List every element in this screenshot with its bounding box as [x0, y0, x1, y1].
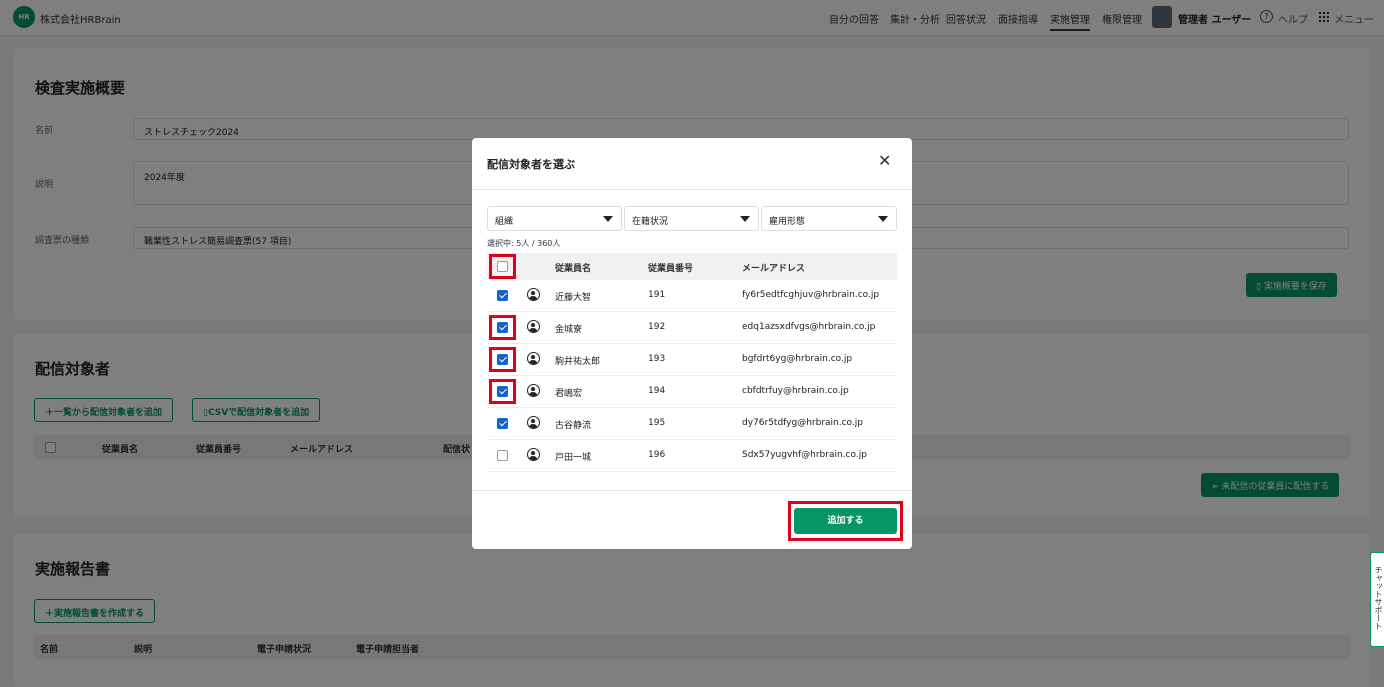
chevron-down-icon [603, 216, 613, 222]
col-email: メールアドレス [742, 264, 806, 274]
filter-organization-select[interactable]: 組織 [487, 206, 622, 231]
row-divider [487, 471, 897, 472]
person-icon [527, 384, 540, 397]
highlight-row-2 [489, 315, 516, 340]
employee-name: 近藤大智 [555, 293, 592, 303]
employee-email: dy76r5tdfyg@hrbrain.co.jp [742, 418, 863, 428]
employee-number: 192 [648, 322, 666, 332]
employee-name: 駒井祐太郎 [555, 357, 601, 367]
highlight-row-4 [489, 379, 516, 404]
employee-name: 古谷静流 [555, 421, 592, 431]
person-icon [527, 320, 540, 333]
employee-email: bgfdrt6yg@hrbrain.co.jp [742, 354, 853, 364]
row-divider [487, 439, 897, 440]
filter-employment-status-label: 在籍状況 [632, 217, 669, 227]
person-icon [527, 352, 540, 365]
row-divider [487, 407, 897, 408]
filter-employment-type-label: 雇用形態 [769, 217, 806, 227]
employee-checkbox[interactable] [497, 418, 508, 429]
filter-employment-type-select[interactable]: 雇用形態 [761, 206, 897, 231]
employee-number: 196 [648, 450, 666, 460]
close-icon[interactable]: ✕ [878, 153, 891, 169]
employee-number: 193 [648, 354, 666, 364]
row-divider [487, 375, 897, 376]
employee-email: cbfdtrfuy@hrbrain.co.jp [742, 386, 849, 396]
employee-email: edq1azsxdfvgs@hrbrain.co.jp [742, 322, 876, 332]
selected-count: 選択中: 5人 / 360人 [487, 239, 561, 248]
select-targets-modal: 配信対象者を選ぶ ✕ 組織 在籍状況 雇用形態 選択中: 5人 / 360人 従… [472, 138, 912, 549]
employee-checkbox[interactable] [497, 450, 508, 461]
employee-number: 191 [648, 290, 666, 300]
modal-footer-divider [472, 490, 912, 491]
employee-email: Sdx57yugvhf@hrbrain.co.jp [742, 450, 867, 460]
employee-name: 戸田一城 [555, 453, 592, 463]
employee-name: 金城寮 [555, 325, 583, 335]
col-employee-name: 従業員名 [555, 264, 592, 274]
highlight-select-all [489, 254, 516, 279]
chevron-down-icon [878, 216, 888, 222]
person-icon [527, 288, 540, 301]
chevron-down-icon [740, 216, 750, 222]
modal-title: 配信対象者を選ぶ [487, 158, 575, 171]
highlight-row-3 [489, 347, 516, 372]
employee-number: 194 [648, 386, 666, 396]
filter-organization-label: 組織 [495, 217, 514, 227]
person-icon [527, 416, 540, 429]
employee-number: 195 [648, 418, 666, 428]
filter-employment-status-select[interactable]: 在籍状況 [624, 206, 759, 231]
employee-email: fy6r5edtfcghjuv@hrbrain.co.jp [742, 290, 880, 300]
modal-header-divider [472, 189, 912, 190]
highlight-add-button [788, 501, 903, 541]
chat-support-label[interactable]: チャットサポート [1372, 566, 1383, 630]
person-icon [527, 448, 540, 461]
row-divider [487, 343, 897, 344]
row-divider [487, 311, 897, 312]
employee-name: 君嶋宏 [555, 389, 583, 399]
col-employee-number: 従業員番号 [648, 264, 694, 274]
employee-checkbox[interactable] [497, 290, 508, 301]
